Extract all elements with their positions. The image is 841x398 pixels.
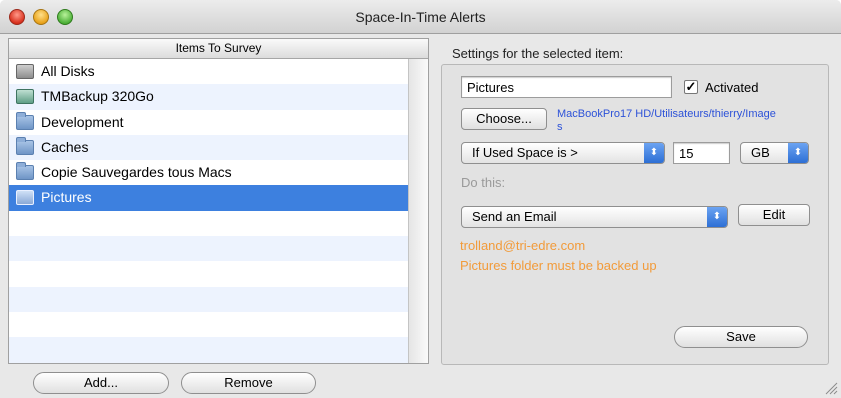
email-address-text: trolland@tri-edre.com — [460, 238, 586, 253]
title-bar[interactable]: Space-In-Time Alerts — [0, 0, 841, 34]
settings-heading: Settings for the selected item: — [452, 46, 624, 61]
list-item[interactable]: Copie Sauvegardes tous Macs — [9, 160, 409, 185]
popup-arrows-icon: ⬍ — [644, 143, 664, 163]
list-body: All Disks TMBackup 320Go Development Cac… — [9, 59, 409, 363]
items-to-survey-list: Items To Survey All Disks TMBackup 320Go… — [8, 38, 429, 364]
alert-message-text: Pictures folder must be backed up — [460, 258, 657, 273]
edit-button[interactable]: Edit — [738, 204, 810, 226]
activated-label: Activated — [705, 80, 759, 95]
remove-button[interactable]: Remove — [181, 372, 316, 394]
path-link-line1[interactable]: MacBookPro17 HD/Utilisateurs/thierry/Ima… — [557, 108, 776, 120]
activated-checkbox[interactable]: ✓ — [684, 80, 698, 94]
choose-button[interactable]: Choose... — [461, 108, 547, 130]
list-item-label: Copie Sauvegardes tous Macs — [41, 164, 232, 181]
condition-popup[interactable]: If Used Space is > ⬍ — [461, 142, 665, 164]
empty-row — [9, 286, 409, 312]
popup-arrows-icon: ⬍ — [788, 143, 808, 163]
list-item-selected[interactable]: Pictures — [9, 185, 409, 211]
save-button[interactable]: Save — [674, 326, 808, 348]
do-this-label: Do this: — [461, 175, 506, 190]
condition-popup-value: If Used Space is > — [472, 145, 578, 160]
threshold-field[interactable]: 15 — [673, 142, 730, 164]
add-button[interactable]: Add... — [33, 372, 169, 394]
disk-icon — [16, 64, 34, 79]
resize-grip-icon[interactable] — [824, 381, 838, 395]
pictures-folder-icon — [16, 190, 34, 206]
action-popup-value: Send an Email — [472, 209, 557, 224]
list-item-label: All Disks — [41, 63, 95, 79]
empty-row — [9, 261, 409, 286]
list-item[interactable]: TMBackup 320Go — [9, 84, 409, 110]
list-item[interactable]: All Disks — [9, 59, 409, 84]
time-machine-drive-icon — [16, 89, 34, 105]
app-window: Space-In-Time Alerts Items To Survey All… — [0, 0, 841, 398]
list-item-label: Development — [41, 113, 124, 130]
empty-row — [9, 211, 409, 236]
unit-popup[interactable]: GB ⬍ — [740, 142, 809, 164]
path-link-line2[interactable]: s — [557, 121, 563, 133]
unit-popup-value: GB — [751, 145, 770, 160]
item-name-field[interactable]: Pictures — [461, 76, 672, 98]
list-item-label: Pictures — [41, 189, 92, 206]
list-item-label: Caches — [41, 138, 89, 155]
empty-row — [9, 312, 409, 337]
folder-icon — [16, 136, 34, 155]
window-title: Space-In-Time Alerts — [355, 9, 486, 25]
list-item[interactable]: Caches — [9, 134, 409, 161]
list-scrollbar[interactable] — [408, 59, 428, 363]
empty-row — [9, 236, 409, 262]
list-item[interactable]: Development — [9, 110, 409, 135]
list-item-label: TMBackup 320Go — [41, 88, 154, 105]
folder-icon — [16, 162, 34, 181]
action-popup[interactable]: Send an Email ⬍ — [461, 206, 728, 228]
folder-icon — [16, 111, 34, 130]
empty-row — [9, 337, 409, 363]
popup-arrows-icon: ⬍ — [707, 207, 727, 227]
list-column-header[interactable]: Items To Survey — [9, 39, 428, 59]
